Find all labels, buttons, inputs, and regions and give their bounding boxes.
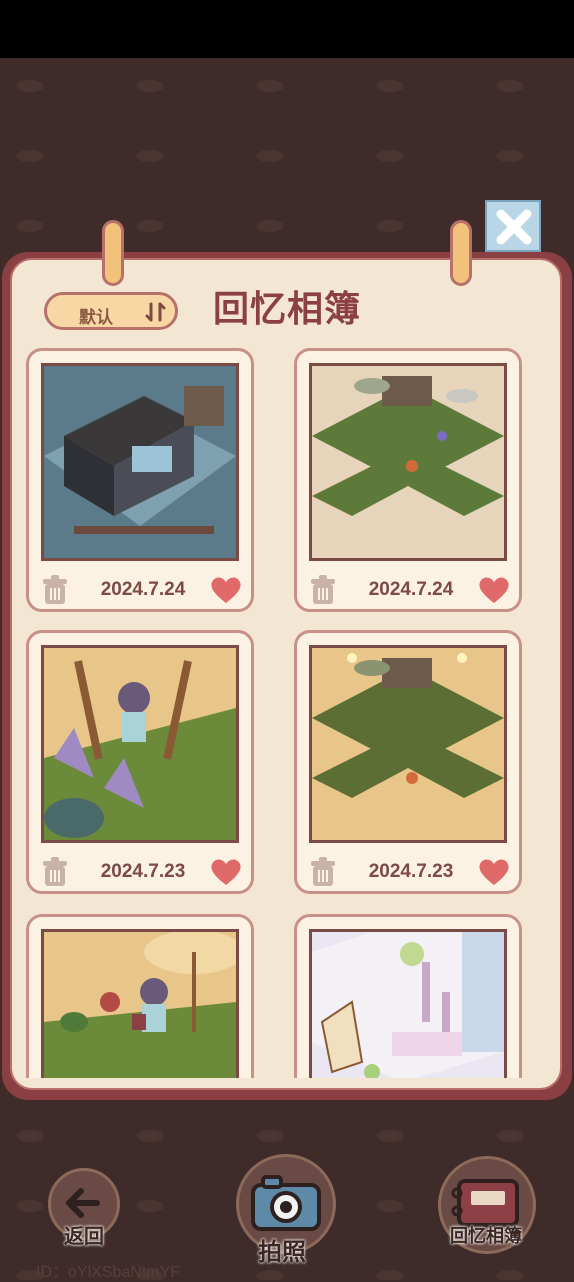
user-id-watermark: ID：oYlXSbaNtmYF bbox=[36, 1264, 181, 1281]
scroll-clip bbox=[24, 906, 538, 1078]
sort-label: 默认 bbox=[79, 308, 113, 327]
photo-card[interactable]: 2024.7.24 bbox=[294, 348, 522, 612]
photo-card[interactable] bbox=[26, 914, 254, 1078]
left-peg bbox=[102, 220, 124, 286]
photo-card[interactable] bbox=[294, 914, 522, 1078]
back-label: 返回 bbox=[64, 1226, 104, 1248]
photo-thumbnail[interactable] bbox=[41, 645, 239, 843]
photo-card[interactable]: 2024.7.23 bbox=[26, 630, 254, 894]
heart-icon[interactable] bbox=[209, 857, 243, 887]
photo-thumbnail[interactable] bbox=[309, 929, 507, 1078]
photo-card[interactable]: 2024.7.23 bbox=[294, 630, 522, 894]
photo-thumbnail[interactable] bbox=[41, 929, 239, 1078]
status-bar bbox=[0, 0, 574, 58]
camera-label: 拍照 bbox=[258, 1239, 306, 1266]
close-button[interactable] bbox=[485, 200, 541, 252]
photo-thumbnail[interactable] bbox=[309, 645, 507, 843]
heart-icon[interactable] bbox=[477, 857, 511, 887]
photo-card[interactable]: 2024.7.24 bbox=[26, 348, 254, 612]
heart-icon[interactable] bbox=[477, 575, 511, 605]
close-icon bbox=[496, 209, 532, 245]
photo-thumbnail[interactable] bbox=[41, 363, 239, 561]
photo-thumbnail[interactable] bbox=[309, 363, 507, 561]
heart-icon[interactable] bbox=[209, 575, 243, 605]
sort-icon bbox=[145, 302, 166, 322]
sort-button[interactable]: 默认 bbox=[44, 292, 178, 330]
album-label: 回忆相簿 bbox=[450, 1226, 522, 1246]
right-peg bbox=[450, 220, 472, 286]
